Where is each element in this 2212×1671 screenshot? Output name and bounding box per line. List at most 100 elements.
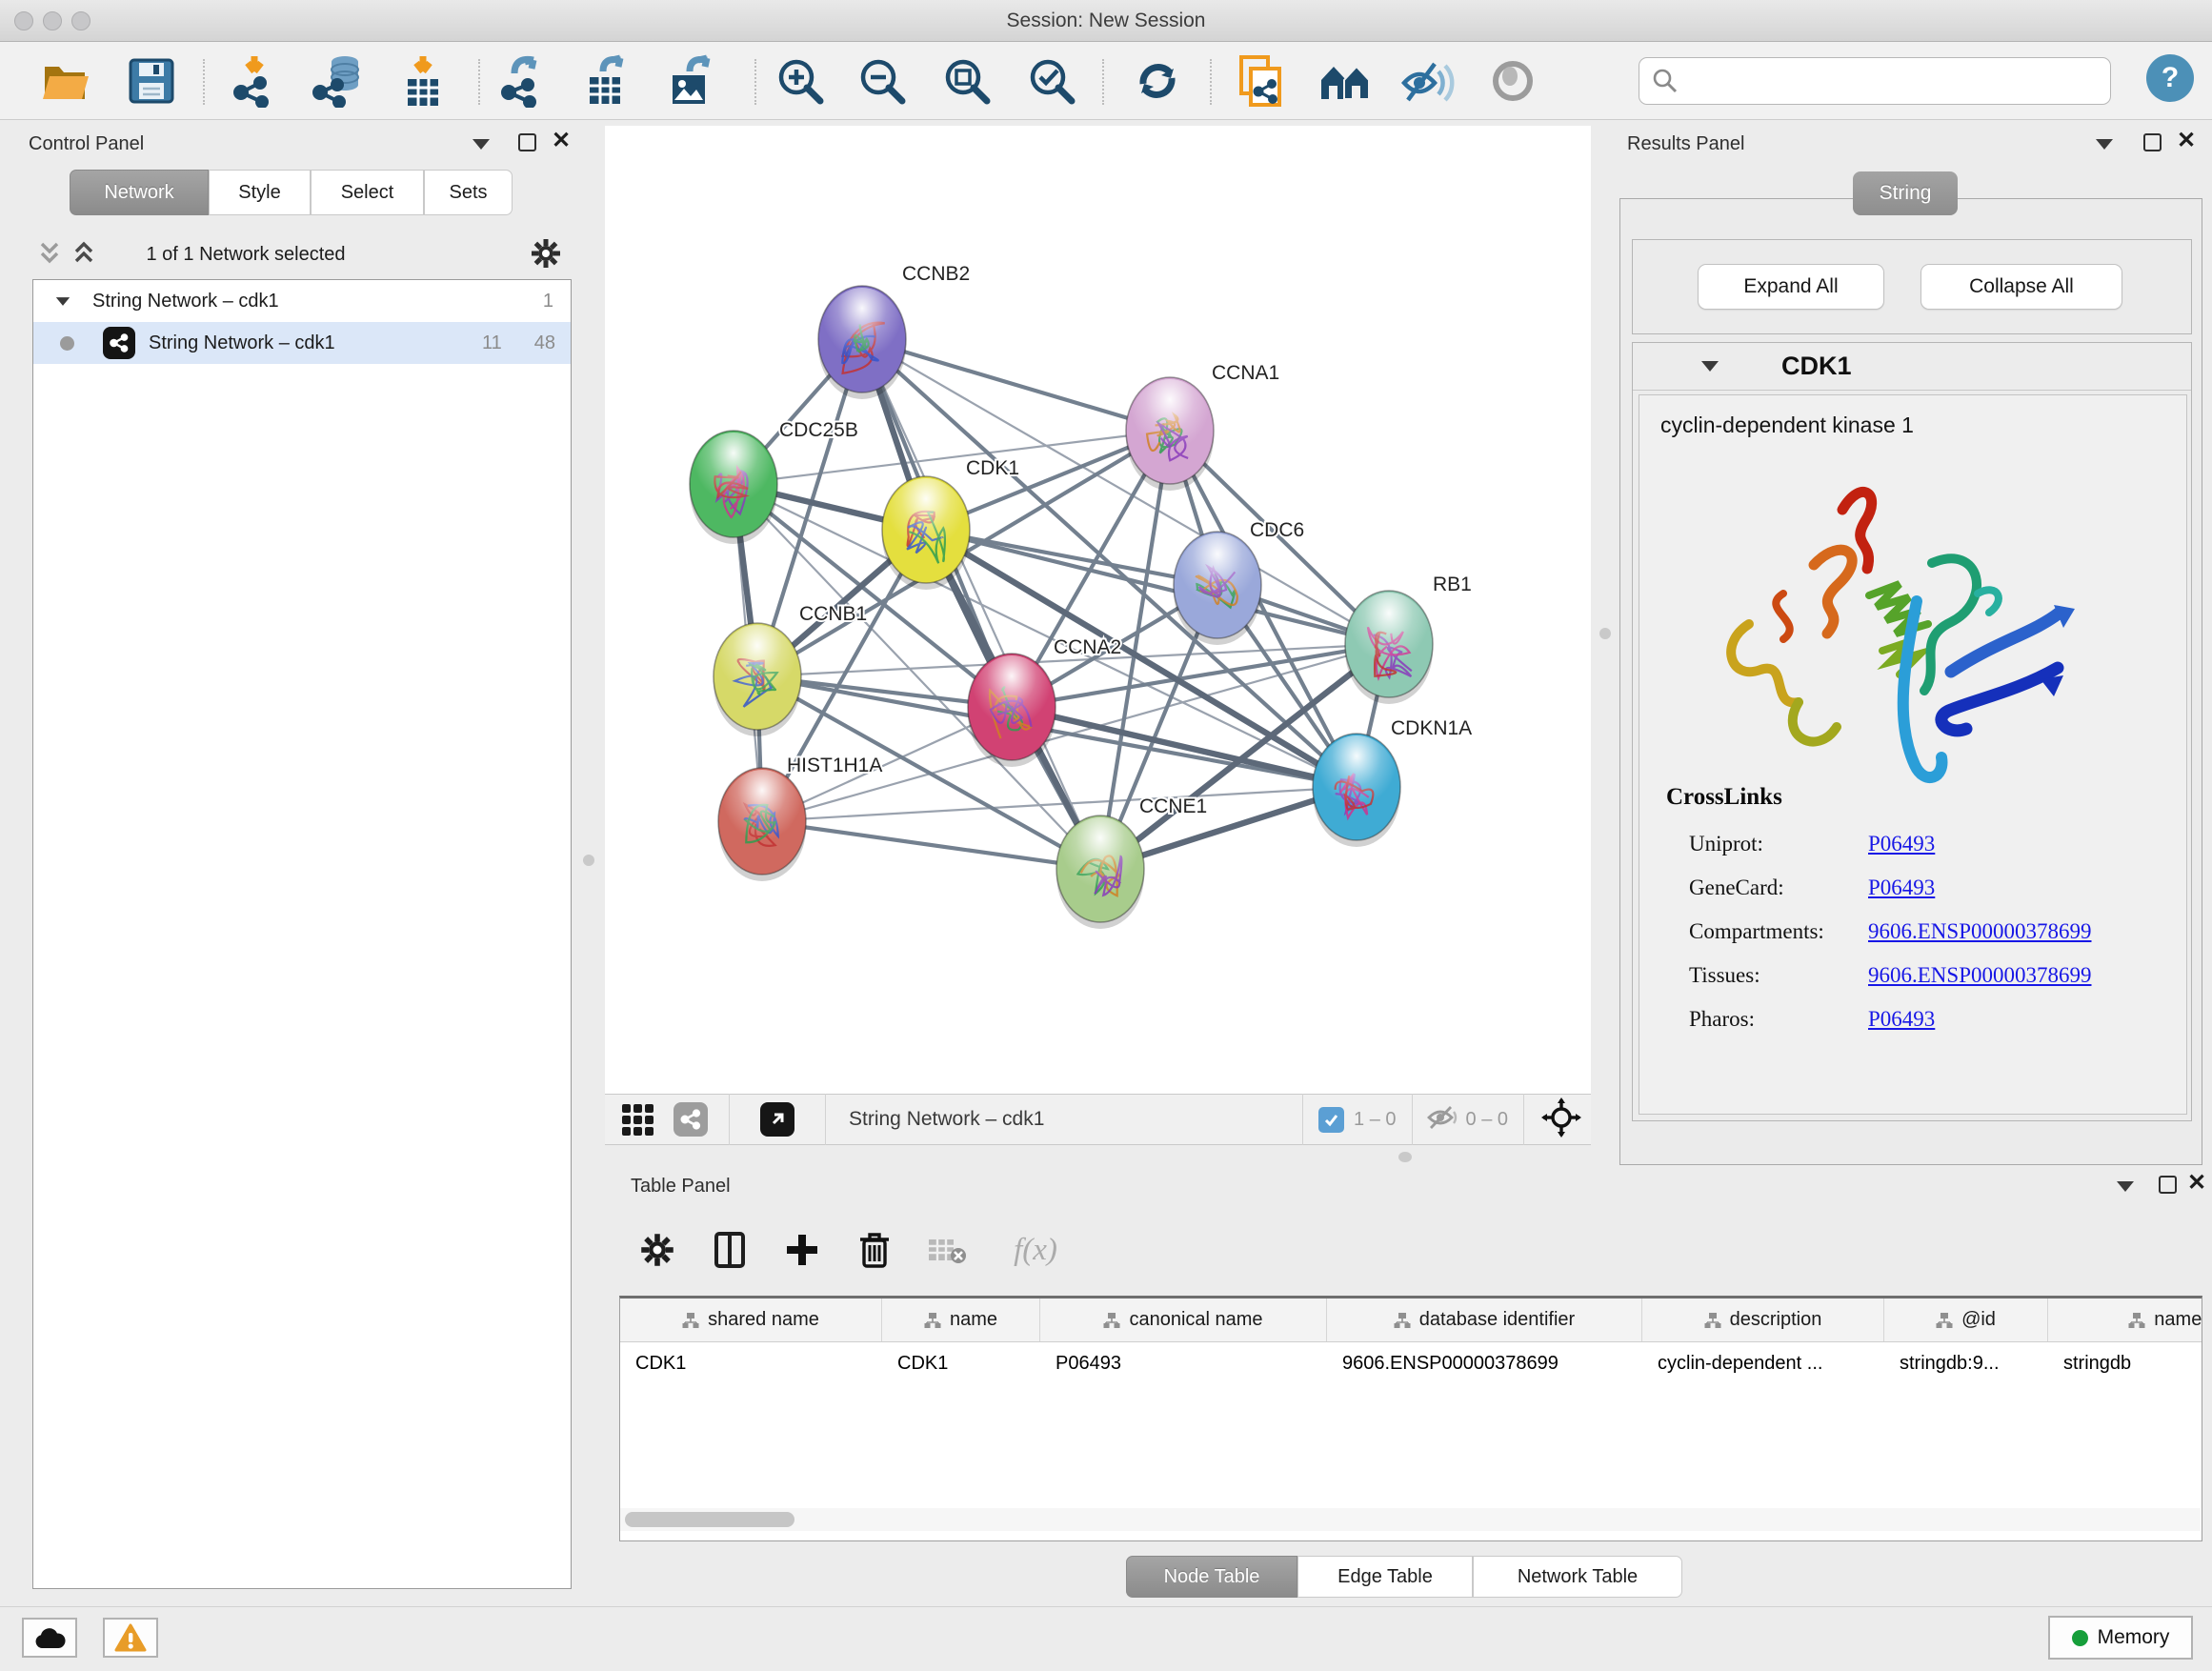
crosslink-link[interactable]: P06493 (1868, 1007, 1935, 1032)
table-settings-button[interactable] (633, 1225, 682, 1275)
network-canvas[interactable]: CCNB2CCNA1CDC25BCDK1CDC6RB1CCNB1CCNA2CDK… (605, 126, 1591, 1094)
network-graph[interactable]: CCNB2CCNA1CDC25BCDK1CDC6RB1CCNB1CCNA2CDK… (605, 126, 1591, 1094)
first-neighbors-button[interactable] (1317, 52, 1373, 110)
vertical-splitter-handle[interactable] (1599, 628, 1611, 639)
panel-collapse-icon[interactable] (2096, 139, 2113, 150)
show-columns-button[interactable] (705, 1225, 754, 1275)
panel-float-icon[interactable] (2143, 133, 2162, 151)
cloud-status-button[interactable] (22, 1618, 77, 1658)
create-column-button[interactable] (777, 1225, 827, 1275)
gene-card-header[interactable]: CDK1 (1633, 343, 2191, 391)
panel-collapse-icon[interactable] (473, 139, 490, 150)
tree-expander-icon[interactable] (56, 297, 70, 306)
export-image-button[interactable] (664, 52, 719, 110)
network-edge[interactable] (1012, 707, 1357, 787)
panel-float-icon[interactable] (2159, 1176, 2177, 1194)
column-header-canonical-name[interactable]: canonical name (1040, 1299, 1327, 1341)
panel-collapse-icon[interactable] (2117, 1181, 2134, 1192)
save-session-button[interactable] (124, 52, 179, 110)
show-grid-button[interactable] (613, 1095, 662, 1144)
network-node-CDK1[interactable] (882, 476, 970, 590)
fit-selected-button[interactable] (1541, 1097, 1581, 1142)
table-row[interactable]: CDK1CDK1P064939606.ENSP00000378699cyclin… (620, 1342, 2202, 1384)
open-session-button[interactable] (39, 52, 94, 110)
column-header-shared-name[interactable]: shared name (620, 1299, 882, 1341)
clear-table-button[interactable] (922, 1225, 972, 1275)
tab-network[interactable]: Network (70, 170, 209, 215)
share-network-button[interactable] (674, 1102, 708, 1137)
memory-button[interactable]: Memory (2048, 1616, 2193, 1660)
crosslink-link[interactable]: 9606.ENSP00000378699 (1868, 963, 2092, 988)
birdseye-view-button[interactable] (760, 1102, 794, 1137)
column-header-namespace[interactable]: namespace (2048, 1299, 2202, 1341)
table-cell[interactable]: cyclin-dependent ... (1642, 1342, 1884, 1384)
network-node-CCNA1[interactable] (1126, 377, 1214, 491)
network-row[interactable]: String Network – cdk1 11 48 (33, 322, 571, 364)
tab-network-table[interactable]: Network Table (1473, 1556, 1682, 1598)
crosslink-link[interactable]: P06493 (1868, 876, 1935, 900)
table-cell[interactable]: stringdb:9... (1884, 1342, 2048, 1384)
network-collection-row[interactable]: String Network – cdk1 1 (33, 280, 571, 322)
panel-close-icon[interactable]: ✕ (552, 131, 571, 151)
tab-edge-table[interactable]: Edge Table (1297, 1556, 1473, 1598)
import-table-file-button[interactable] (395, 52, 451, 110)
collapse-entry-icon[interactable] (1701, 361, 1719, 372)
crosslink-link[interactable]: 9606.ENSP00000378699 (1868, 919, 2092, 944)
hidden-items-button[interactable] (1426, 1103, 1458, 1137)
network-node-CDC6[interactable] (1174, 532, 1261, 645)
export-table-button[interactable] (579, 52, 634, 110)
tab-style[interactable]: Style (209, 170, 311, 215)
network-node-CDKN1A[interactable] (1313, 734, 1400, 847)
crosslink-link[interactable]: P06493 (1868, 832, 1935, 856)
show-details-button[interactable] (1485, 52, 1540, 110)
network-node-RB1[interactable] (1345, 591, 1433, 704)
refresh-button[interactable] (1130, 52, 1185, 110)
tab-string[interactable]: String (1853, 171, 1958, 215)
function-builder-button[interactable]: f(x) (995, 1225, 1076, 1275)
import-network-database-button[interactable] (312, 52, 367, 110)
network-edge[interactable] (926, 530, 1389, 644)
panel-close-icon[interactable]: ✕ (2177, 131, 2196, 151)
table-cell[interactable]: P06493 (1040, 1342, 1327, 1384)
network-edge[interactable] (762, 821, 1100, 869)
column-header-database-identifier[interactable]: database identifier (1327, 1299, 1642, 1341)
export-network-button[interactable] (494, 52, 550, 110)
scrollbar-thumb[interactable] (625, 1512, 794, 1527)
expand-all-button[interactable]: Expand All (1698, 264, 1884, 310)
network-node-CCNA2[interactable] (968, 654, 1056, 767)
network-node-CCNB1[interactable] (714, 623, 801, 736)
panel-float-icon[interactable] (518, 133, 536, 151)
tab-node-table[interactable]: Node Table (1126, 1556, 1297, 1598)
panel-close-icon[interactable]: ✕ (2187, 1174, 2206, 1193)
network-node-CCNB2[interactable] (818, 286, 906, 399)
zoom-fit-button[interactable] (939, 52, 995, 110)
horizontal-splitter-handle[interactable] (1398, 1152, 1412, 1162)
vertical-splitter-handle[interactable] (583, 855, 594, 866)
selected-count-checkbox[interactable] (1318, 1107, 1344, 1133)
table-horizontal-scrollbar[interactable] (620, 1508, 2201, 1531)
delete-column-button[interactable] (850, 1225, 899, 1275)
column-header--id[interactable]: @id (1884, 1299, 2048, 1341)
zoom-out-button[interactable] (855, 52, 910, 110)
network-node-CDC25B[interactable] (690, 431, 777, 544)
table-cell[interactable]: 9606.ENSP00000378699 (1327, 1342, 1642, 1384)
zoom-selected-button[interactable] (1024, 52, 1079, 110)
network-node-CCNE1[interactable] (1056, 815, 1144, 929)
import-network-file-button[interactable] (227, 52, 282, 110)
collapse-all-button[interactable]: Collapse All (1920, 264, 2122, 310)
column-header-name[interactable]: name (882, 1299, 1040, 1341)
table-cell[interactable]: CDK1 (620, 1342, 882, 1384)
zoom-in-button[interactable] (773, 52, 828, 110)
network-node-HIST1H1A[interactable] (718, 768, 806, 881)
tab-select[interactable]: Select (311, 170, 424, 215)
help-button[interactable]: ? (2146, 54, 2194, 102)
network-edge[interactable] (862, 339, 1170, 431)
column-header-description[interactable]: description (1642, 1299, 1884, 1341)
table-cell[interactable]: CDK1 (882, 1342, 1040, 1384)
warnings-button[interactable] (103, 1618, 158, 1658)
clone-network-button[interactable] (1233, 52, 1288, 110)
tab-sets[interactable]: Sets (424, 170, 513, 215)
hide-details-button[interactable] (1400, 52, 1456, 110)
table-cell[interactable]: stringdb (2048, 1342, 2202, 1384)
network-options-button[interactable] (530, 237, 562, 274)
